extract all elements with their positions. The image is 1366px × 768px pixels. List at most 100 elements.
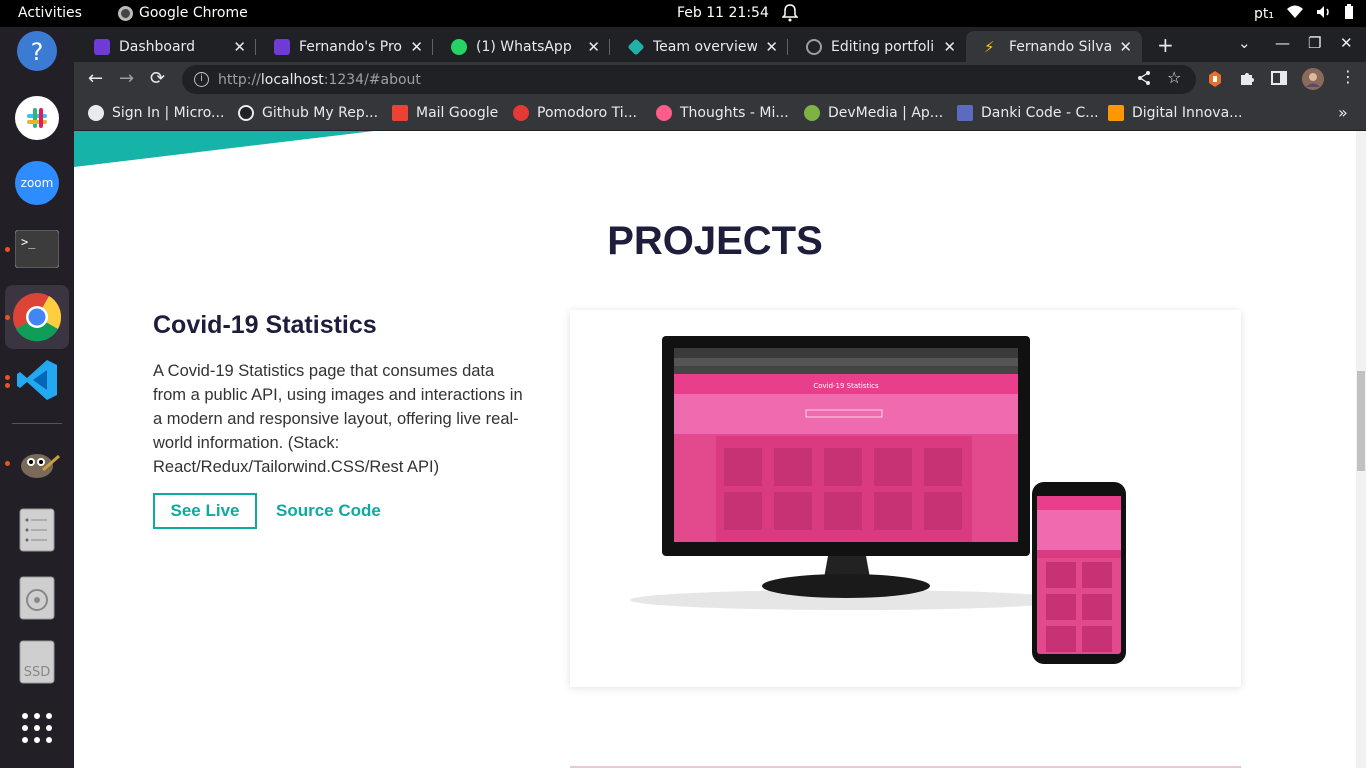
github-icon xyxy=(806,38,822,55)
disk-icon[interactable] xyxy=(12,573,62,623)
close-icon[interactable]: ✕ xyxy=(587,38,600,56)
gmail-icon xyxy=(392,105,408,121)
notification-bell-icon xyxy=(781,4,799,26)
files-icon[interactable] xyxy=(12,505,62,555)
chrome-icon xyxy=(118,5,133,21)
clock[interactable]: Feb 11 21:54 xyxy=(677,5,769,21)
battery-icon xyxy=(1344,4,1354,24)
bookmark-item[interactable]: Mail Google xyxy=(392,105,498,121)
teal-wedge-decoration xyxy=(74,131,374,167)
tab-title: (1) WhatsApp xyxy=(476,38,572,55)
gimp-icon[interactable] xyxy=(12,437,62,487)
menu-kebab-icon[interactable]: ⋮ xyxy=(1340,67,1356,86)
side-panel-icon[interactable] xyxy=(1271,70,1287,89)
svg-text:SSD: SSD xyxy=(24,665,51,680)
keyboard-layout[interactable]: pt₁ xyxy=(1254,6,1274,22)
back-arrow-icon[interactable]: ← xyxy=(88,68,103,89)
address-bar[interactable]: i http://localhost:1234/#about xyxy=(182,65,1196,94)
tab-fernandos-prog[interactable]: Fernando's Prog ✕ xyxy=(256,31,433,62)
close-icon[interactable]: ✕ xyxy=(410,38,423,56)
bookmark-item[interactable]: Github My Rep... xyxy=(238,105,378,121)
bookmark-item[interactable]: Thoughts - Mi... xyxy=(656,105,789,121)
tab-dashboard[interactable]: Dashboard ✕ xyxy=(76,31,256,62)
close-icon[interactable]: ✕ xyxy=(943,38,956,56)
ssd-icon[interactable]: SSD xyxy=(12,637,62,687)
bookmark-item[interactable]: DevMedia | Ap... xyxy=(804,105,943,121)
thoughts-icon xyxy=(656,105,672,121)
wifi-icon xyxy=(1286,5,1304,23)
close-icon[interactable]: ✕ xyxy=(765,38,778,56)
avatar[interactable] xyxy=(1302,68,1324,94)
close-icon[interactable]: ✕ xyxy=(1119,38,1132,56)
page-scrollbar[interactable] xyxy=(1356,131,1366,768)
bookmarks-overflow-chevron-icon[interactable]: » xyxy=(1338,103,1348,122)
tab-team-overview[interactable]: Team overview | ✕ xyxy=(610,31,788,62)
tomato-icon xyxy=(513,105,529,121)
terminal-icon[interactable]: >_ xyxy=(12,224,62,274)
reload-icon[interactable]: ⟳ xyxy=(150,68,165,89)
page-content: PROJECTS Covid-19 Statistics A Covid-19 … xyxy=(74,131,1356,768)
maximize-button[interactable]: ❐ xyxy=(1308,34,1321,52)
bookmark-label: Danki Code - C... xyxy=(981,105,1099,121)
tab-whatsapp[interactable]: (1) WhatsApp ✕ xyxy=(433,31,610,62)
project-description: A Covid-19 Statistics page that consumes… xyxy=(153,362,523,476)
share-icon[interactable] xyxy=(1136,70,1152,90)
running-indicator xyxy=(5,315,10,320)
extension-icon[interactable] xyxy=(1207,70,1223,92)
tab-title: Team overview | xyxy=(653,38,758,55)
tab-title: Dashboard xyxy=(119,38,195,55)
activities-button[interactable]: Activities xyxy=(18,5,82,21)
tab-title: Fernando's Prog xyxy=(299,38,403,55)
close-window-button[interactable]: ✕ xyxy=(1340,34,1353,52)
url-path: :1234/#about xyxy=(323,71,421,88)
info-icon[interactable]: i xyxy=(194,72,209,87)
slack-icon[interactable] xyxy=(12,93,62,143)
bookmark-label: Sign In | Micro... xyxy=(112,105,225,121)
volume-icon xyxy=(1316,5,1332,23)
minimize-button[interactable]: — xyxy=(1275,34,1290,52)
system-tray[interactable]: pt₁ xyxy=(1254,4,1354,24)
help-icon[interactable]: ? xyxy=(12,27,62,77)
tab-title: Fernando Silva | xyxy=(1009,38,1112,55)
bookmark-star-icon[interactable]: ☆ xyxy=(1167,68,1181,87)
app-name: Google Chrome xyxy=(139,5,248,21)
browser-toolbar: ← → ⟳ i http://localhost:1234/#about ☆ ⋮ xyxy=(74,62,1366,97)
url-scheme: http:// xyxy=(218,71,261,88)
app-menu[interactable]: Google Chrome xyxy=(118,5,248,21)
bookmarks-bar: Sign In | Micro... Github My Rep... Mail… xyxy=(74,97,1366,131)
vscode-icon[interactable] xyxy=(12,355,62,405)
system-top-bar: Activities Google Chrome Feb 11 21:54 pt… xyxy=(0,0,1366,27)
bookmark-label: Mail Google xyxy=(416,105,499,121)
project-preview-card[interactable]: Covid-19 Statistics xyxy=(570,310,1241,687)
bookmark-item[interactable]: Danki Code - C... xyxy=(957,105,1099,121)
code-icon xyxy=(957,105,973,121)
project-title: Covid-19 Statistics xyxy=(153,311,377,339)
puzzle-icon[interactable] xyxy=(1239,70,1255,90)
source-code-link[interactable]: Source Code xyxy=(276,493,381,529)
dock: ? zoom >_ SSD xyxy=(0,27,74,768)
bookmark-item[interactable]: Digital Innova... xyxy=(1108,105,1243,121)
zoom-icon[interactable]: zoom xyxy=(12,158,62,208)
tab-editing-portfolio[interactable]: Editing portfolio ✕ xyxy=(788,31,966,62)
scrollbar-thumb[interactable] xyxy=(1357,371,1365,471)
apps-grid-icon[interactable] xyxy=(12,703,62,753)
close-icon[interactable]: ✕ xyxy=(233,38,246,56)
bookmark-item[interactable]: Pomodoro Ti... xyxy=(513,105,637,121)
bookmark-label: Digital Innova... xyxy=(1132,105,1243,121)
forward-arrow-icon[interactable]: → xyxy=(119,68,134,89)
running-indicator xyxy=(5,461,10,466)
tab-favicon-icon xyxy=(94,38,110,55)
bookmark-label: DevMedia | Ap... xyxy=(828,105,944,121)
see-live-button[interactable]: See Live xyxy=(153,493,257,529)
dio-icon xyxy=(1108,105,1124,121)
svg-text:>_: >_ xyxy=(21,235,36,249)
running-indicator xyxy=(5,375,10,380)
github-icon xyxy=(238,105,254,121)
bookmark-item[interactable]: Sign In | Micro... xyxy=(88,105,224,121)
chrome-icon[interactable] xyxy=(5,285,69,349)
tab-fernando-silva[interactable]: ⚡ Fernando Silva | ✕ xyxy=(966,31,1142,62)
new-tab-button[interactable]: + xyxy=(1157,33,1174,57)
bookmark-label: Github My Rep... xyxy=(262,105,379,121)
tab-search-chevron-icon[interactable]: ⌄ xyxy=(1238,34,1251,52)
devmedia-icon xyxy=(804,105,820,121)
